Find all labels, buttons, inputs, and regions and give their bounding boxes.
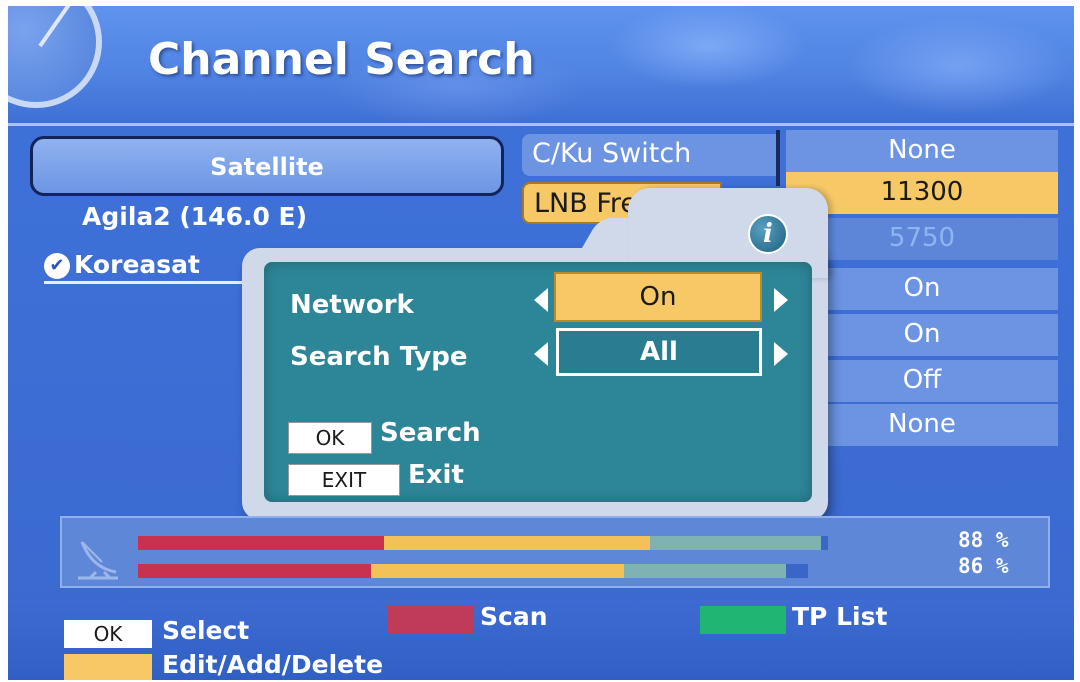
search-action-label: Search bbox=[380, 418, 481, 448]
arrow-right-icon[interactable] bbox=[774, 342, 788, 366]
page-title: Channel Search bbox=[148, 34, 535, 85]
info-icon: i bbox=[748, 214, 788, 254]
signal-strength-bar bbox=[138, 536, 828, 550]
signal-bar-segment bbox=[383, 536, 651, 550]
ok-key[interactable]: OK bbox=[64, 620, 152, 648]
arrow-left-icon[interactable] bbox=[534, 342, 548, 366]
header: Channel Search bbox=[8, 6, 1074, 126]
satellite-item[interactable]: Agila2 (146.0 E) bbox=[82, 202, 307, 231]
network-label: Network bbox=[290, 290, 414, 320]
scan-label: Scan bbox=[480, 602, 548, 631]
yellow-key[interactable] bbox=[64, 654, 152, 680]
signal-quality-value: 86 % bbox=[958, 554, 1009, 578]
signal-quality-bar bbox=[138, 564, 808, 578]
search-type-label: Search Type bbox=[290, 342, 468, 372]
signal-bar-segment bbox=[371, 564, 625, 578]
search-type-selector[interactable]: All bbox=[556, 328, 762, 376]
table-divider bbox=[776, 130, 780, 186]
satellite-header: Satellite bbox=[30, 136, 504, 196]
network-selector[interactable]: On bbox=[554, 272, 762, 322]
signal-bar-segment bbox=[138, 536, 384, 550]
tp-list-label: TP List bbox=[792, 602, 888, 631]
satellite-dish-icon bbox=[78, 541, 118, 580]
clock-icon bbox=[8, 6, 102, 108]
satellite-item-label: Koreasat bbox=[74, 250, 200, 279]
exit-action-label: Exit bbox=[408, 460, 464, 490]
checkmark-icon: ✔ bbox=[44, 253, 70, 279]
red-key[interactable] bbox=[388, 606, 474, 634]
tv-screen: Channel Search Satellite Agila2 (146.0 E… bbox=[8, 6, 1074, 680]
signal-bar-segment bbox=[138, 564, 372, 578]
signal-strength-value: 88 % bbox=[958, 528, 1009, 552]
arrow-right-icon[interactable] bbox=[774, 288, 788, 312]
green-key[interactable] bbox=[700, 606, 786, 634]
ok-key[interactable]: OK bbox=[288, 422, 372, 454]
signal-bar-segment bbox=[624, 564, 787, 578]
select-label: Select bbox=[162, 616, 250, 645]
setting-value[interactable]: None bbox=[786, 130, 1058, 172]
exit-key[interactable]: EXIT bbox=[288, 464, 400, 496]
arrow-left-icon[interactable] bbox=[534, 288, 548, 312]
setting-label-cku-switch[interactable]: C/Ku Switch bbox=[522, 134, 780, 176]
signal-bar-segment bbox=[650, 536, 822, 550]
edit-add-delete-label: Edit/Add/Delete bbox=[162, 650, 384, 679]
